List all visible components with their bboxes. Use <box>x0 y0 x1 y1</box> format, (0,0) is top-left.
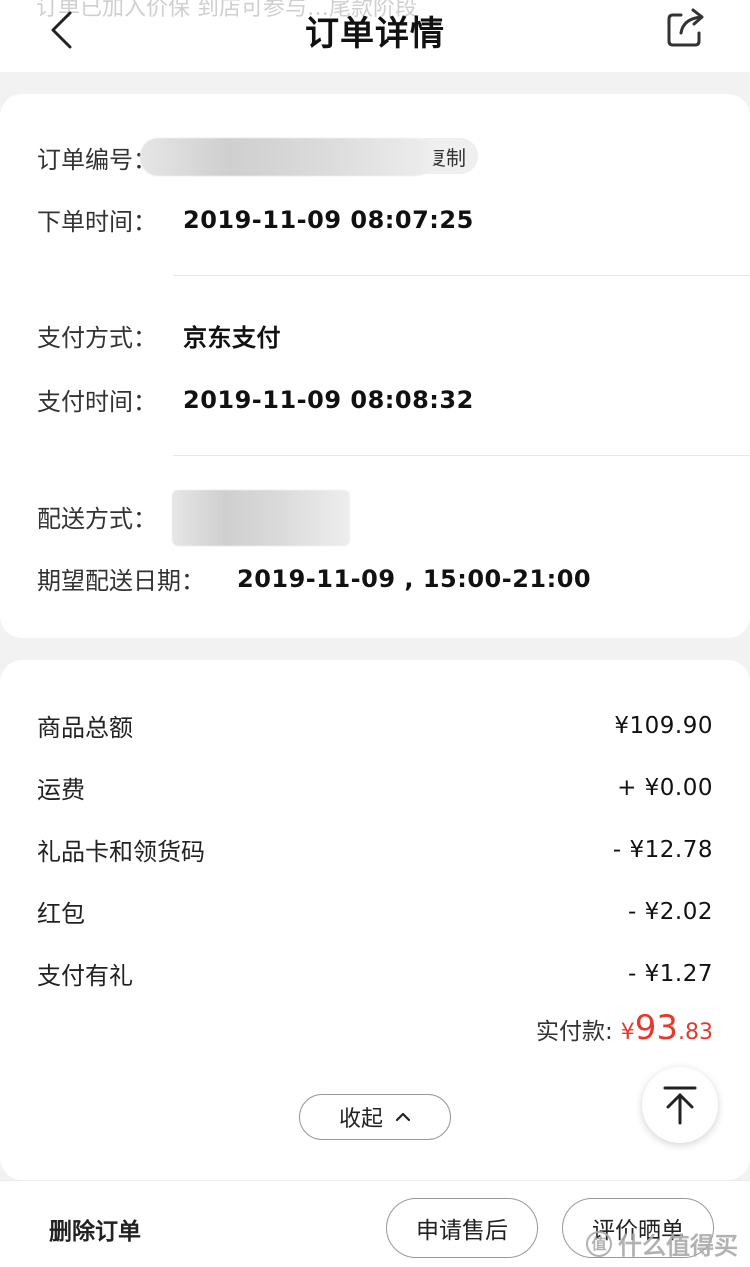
divider <box>173 455 750 456</box>
arrow-up-to-top-icon <box>663 1086 697 1125</box>
order-info-card: 订单编号： 复制 下单时间： 2019-11-09 08:07:25 支付方式：… <box>0 94 750 638</box>
watermark: 值 什么值得买 <box>586 1226 738 1261</box>
expected-date-value: 2019-11-09 , 15:00-21:00 <box>237 564 592 593</box>
pay-time-row: 支付时间： 2019-11-09 08:08:32 <box>37 382 474 417</box>
price-value: ¥109.90 <box>614 712 713 739</box>
expected-date-row: 期望配送日期： 2019-11-09 , 15:00-21:00 <box>37 561 591 596</box>
pay-method-value: 京东支付 <box>183 324 281 352</box>
share-button[interactable] <box>660 4 712 52</box>
pay-time-value: 2019-11-09 08:08:32 <box>183 385 474 414</box>
expected-date-label: 期望配送日期： <box>37 567 205 595</box>
order-number-row: 订单编号： <box>37 140 157 175</box>
actual-paid-currency: ¥ <box>620 1020 635 1045</box>
delete-order-link[interactable]: 删除订单 <box>49 1212 141 1246</box>
back-to-top-button[interactable] <box>642 1067 718 1143</box>
watermark-text: 什么值得买 <box>618 1232 738 1260</box>
actual-paid-label: 实付款: <box>535 1019 613 1045</box>
price-label: 支付有礼 <box>37 962 133 990</box>
actual-paid-decimal: .83 <box>678 1020 713 1045</box>
collapse-label: 收起 <box>338 1107 383 1132</box>
watermark-badge: 值 <box>586 1230 612 1257</box>
order-time-label: 下单时间： <box>37 208 157 236</box>
order-number-label: 订单编号： <box>37 146 157 174</box>
page-title: 订单详情 <box>305 14 445 54</box>
delivery-method-redacted <box>172 490 350 546</box>
price-label: 礼品卡和领货码 <box>37 838 205 866</box>
price-row-shipping: 运费 + ¥0.00 <box>37 770 713 805</box>
price-label: 运费 <box>37 776 85 804</box>
price-value: - ¥1.27 <box>628 960 713 987</box>
pay-time-label: 支付时间： <box>37 388 157 416</box>
price-row-red-packet: 红包 - ¥2.02 <box>37 894 713 929</box>
delivery-method-label: 配送方式： <box>37 505 157 533</box>
price-value: - ¥12.78 <box>612 836 713 863</box>
share-icon <box>667 8 704 47</box>
price-row-goods-total: 商品总额 ¥109.90 <box>37 708 713 743</box>
pay-method-row: 支付方式： 京东支付 <box>37 318 281 353</box>
price-label: 商品总额 <box>37 714 133 742</box>
order-time-row: 下单时间： 2019-11-09 08:07:25 <box>37 202 474 237</box>
after-sale-label: 申请售后 <box>416 1218 508 1244</box>
order-time-value: 2019-11-09 08:07:25 <box>183 205 474 234</box>
price-row-gift-card: 礼品卡和领货码 - ¥12.78 <box>37 832 713 867</box>
delivery-method-row: 配送方式： <box>37 499 157 534</box>
price-value: - ¥2.02 <box>628 898 713 925</box>
pay-method-label: 支付方式： <box>37 324 157 352</box>
actual-paid: 实付款: ¥ 93 .83 <box>536 1008 713 1048</box>
price-row-pay-gift: 支付有礼 - ¥1.27 <box>37 956 713 991</box>
actual-paid-integer: 93 <box>634 1008 678 1048</box>
divider <box>173 275 750 276</box>
price-label: 红包 <box>37 900 85 928</box>
chevron-up-icon <box>395 1112 411 1122</box>
price-value: + ¥0.00 <box>617 774 713 801</box>
collapse-button[interactable]: 收起 <box>299 1094 451 1140</box>
price-summary-card: 商品总额 ¥109.90 运费 + ¥0.00 礼品卡和领货码 - ¥12.78… <box>0 660 750 1180</box>
order-number-redacted <box>140 138 435 176</box>
top-nav-bar: 订单已加入价保 到店可参与…尾款阶段 订单详情 <box>0 0 750 72</box>
after-sale-button[interactable]: 申请售后 <box>386 1198 538 1258</box>
